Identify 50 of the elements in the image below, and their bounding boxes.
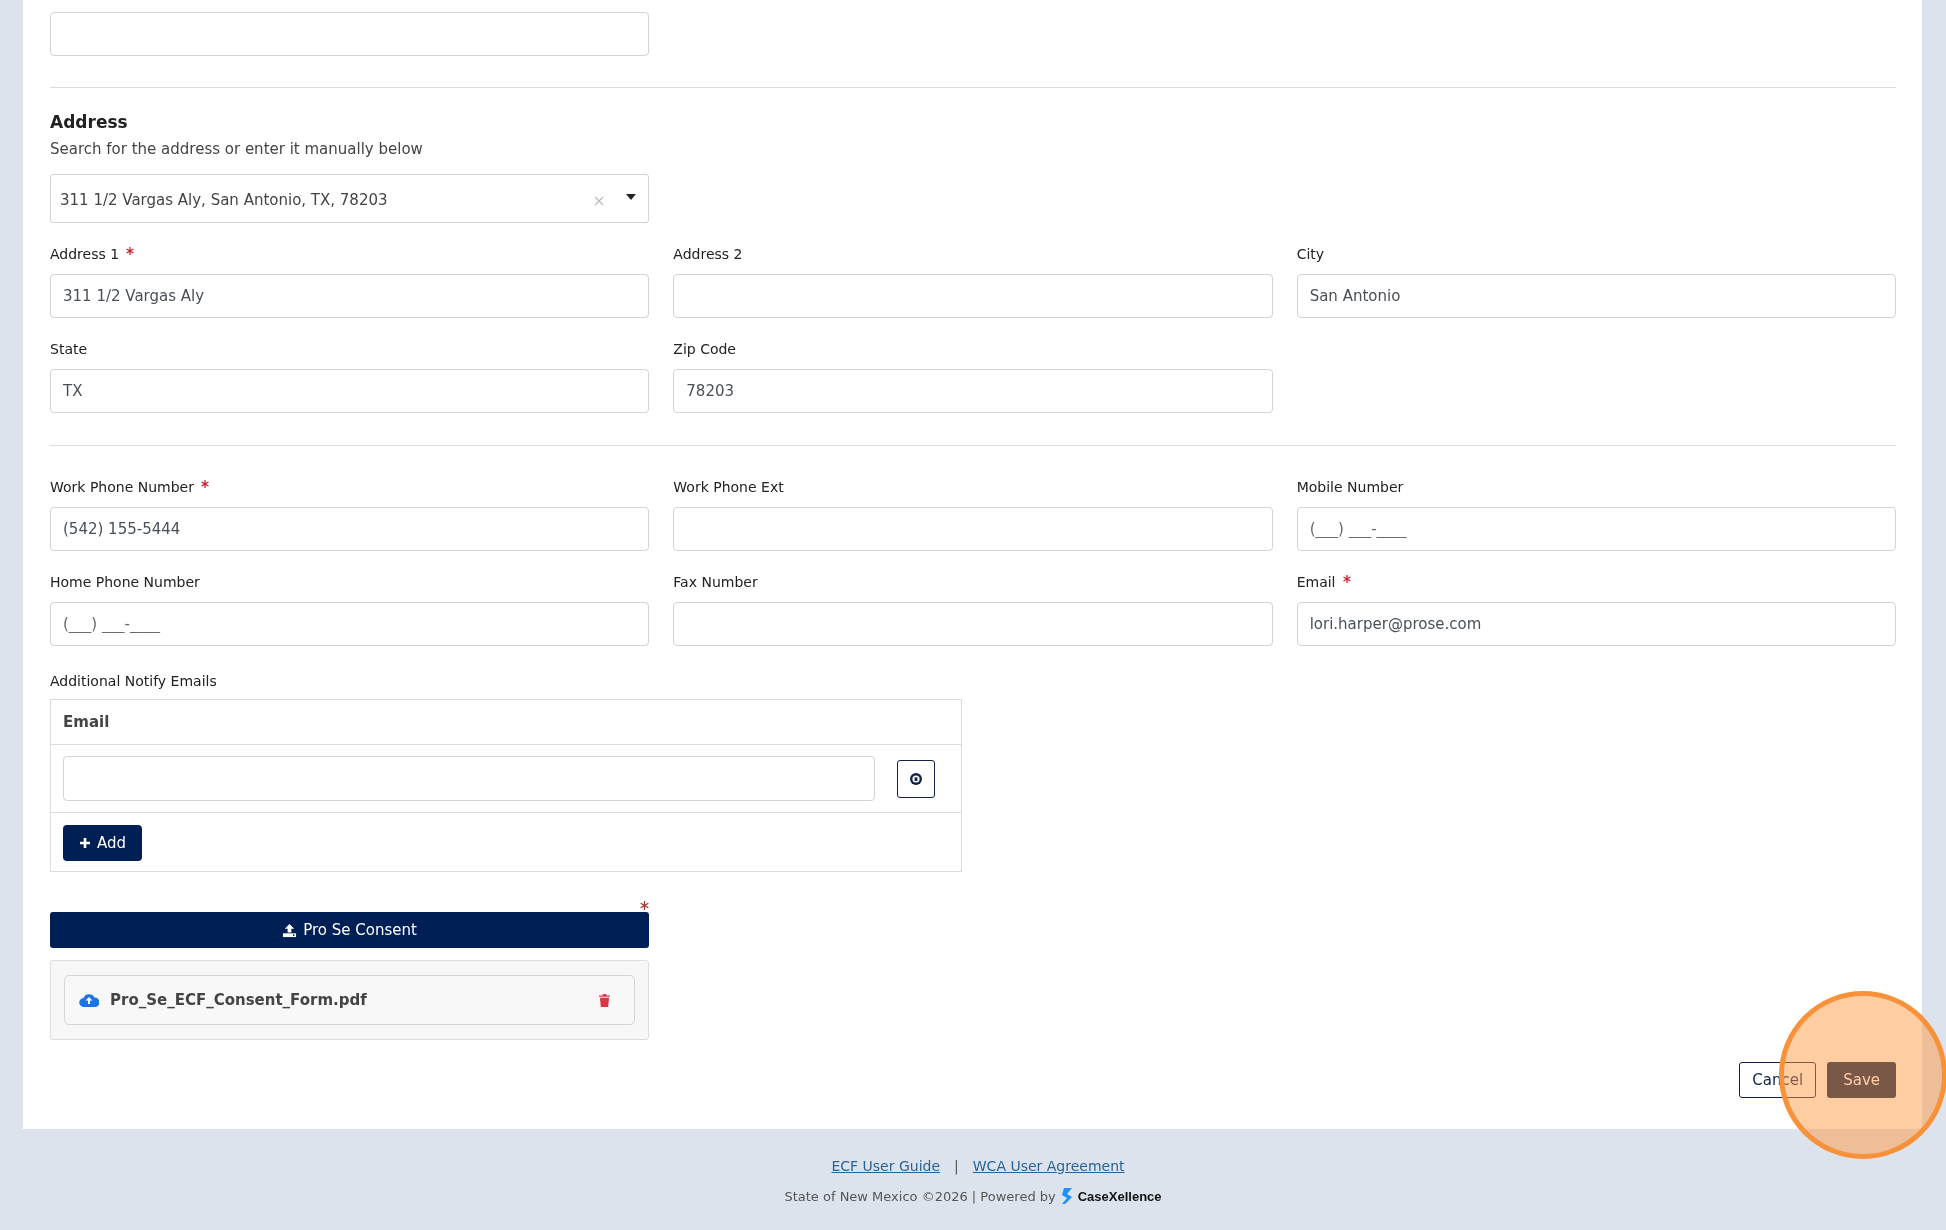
input-field[interactable]: (542) 155-5444 xyxy=(50,507,650,551)
plus-icon xyxy=(79,837,91,849)
field-label: Work Phone Ext xyxy=(673,479,784,495)
field-label: City xyxy=(1296,246,1325,262)
action-button[interactable]: Save xyxy=(1827,1062,1896,1098)
input-field[interactable] xyxy=(673,274,1273,318)
clear-icon[interactable] xyxy=(594,195,604,206)
input-field[interactable] xyxy=(673,507,1273,551)
separator: | xyxy=(954,1158,959,1174)
cloud-upload-icon xyxy=(79,993,99,1007)
field-label: Work Phone Number xyxy=(50,479,194,495)
input-field[interactable]: TX xyxy=(50,369,650,413)
input-field[interactable]: 311 1/2 Vargas Aly xyxy=(50,274,650,318)
email-input-field[interactable] xyxy=(63,756,875,801)
field-label: Address 1 xyxy=(50,246,120,262)
footer-link[interactable]: WCA User Agreement xyxy=(972,1158,1125,1174)
input-field[interactable]: lori.harper@prose.com xyxy=(1296,602,1896,646)
input-field[interactable]: 78203 xyxy=(673,369,1273,413)
field-label: Address 2 xyxy=(673,246,743,262)
field-label: Fax Number xyxy=(673,574,758,590)
remove-button[interactable] xyxy=(897,759,935,798)
section-hint: Search for the address or enter it manually below xyxy=(50,140,424,158)
add-button[interactable]: Add xyxy=(63,825,143,861)
caret-icon[interactable] xyxy=(626,194,636,200)
input-field[interactable]: San Antonio xyxy=(1296,274,1896,318)
address-search-select[interactable]: 311 1/2 Vargas Aly, San Antonio, TX, 78203 xyxy=(50,174,649,223)
field-label: Email xyxy=(1296,574,1336,590)
input-field[interactable] xyxy=(673,602,1273,646)
section-heading: Address xyxy=(50,112,129,132)
footer-link[interactable]: ECF User Guide xyxy=(831,1158,941,1174)
required-icon xyxy=(1342,575,1351,583)
column-header: Email xyxy=(63,713,110,731)
required-icon xyxy=(126,247,135,255)
brand-name: CaseXellence xyxy=(1077,1188,1162,1204)
close-icon xyxy=(909,771,923,786)
input-field[interactable]: (___) ___-____ xyxy=(50,602,650,646)
required-icon xyxy=(200,480,209,488)
input-field[interactable] xyxy=(50,12,649,56)
trash-icon[interactable] xyxy=(599,993,610,1007)
upload-button[interactable]: Pro Se Consent xyxy=(50,912,649,948)
field-label: Zip Code xyxy=(673,341,736,357)
copyright-text: State of New Mexico ©2026 | Powered by xyxy=(784,1188,1056,1204)
file-name: Pro_Se_ECF_Consent_Form.pdf xyxy=(110,991,368,1009)
input-field[interactable]: (___) ___-____ xyxy=(1296,507,1896,551)
field-label: Home Phone Number xyxy=(50,574,200,590)
field-label: Mobile Number xyxy=(1296,479,1404,495)
logo-icon xyxy=(1060,1188,1073,1204)
field-label: Additional Notify Emails xyxy=(50,673,218,689)
field-label: State xyxy=(50,341,88,357)
upload-icon xyxy=(282,922,298,938)
